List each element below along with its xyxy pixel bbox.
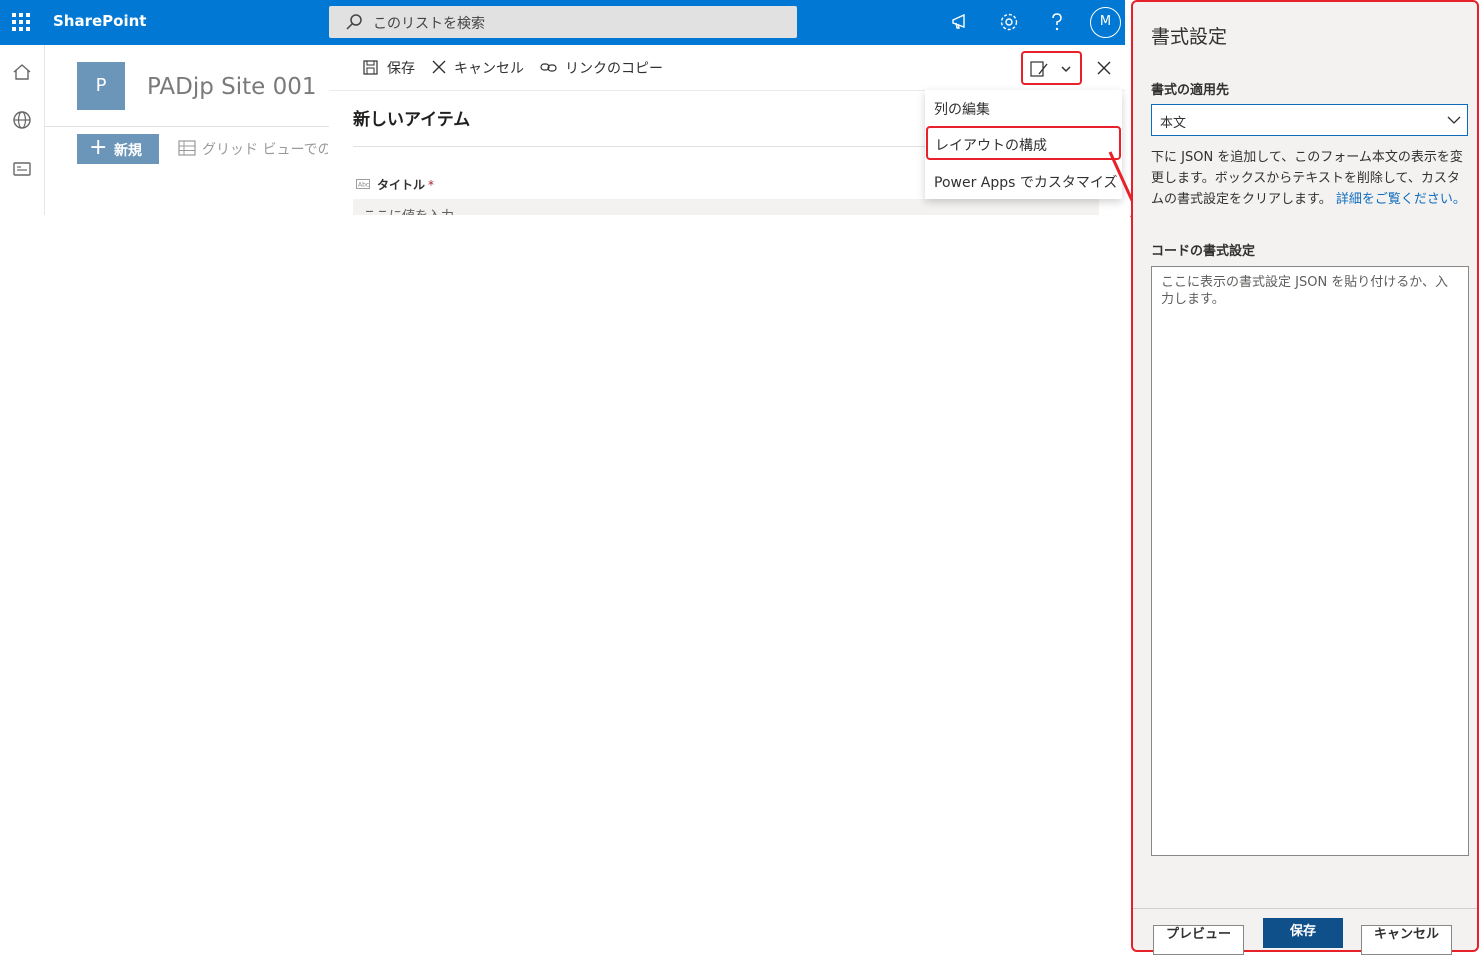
- chevron-down-icon: [1061, 66, 1071, 73]
- pane-cancel-button[interactable]: キャンセル: [1361, 925, 1452, 955]
- form-format-button[interactable]: [1021, 51, 1082, 85]
- format-pane: 書式設定 書式の適用先 本文 下に JSON を追加して、このフォーム本文の表示…: [1131, 0, 1479, 955]
- news-icon[interactable]: [11, 158, 33, 180]
- menu-item-configure-layout[interactable]: レイアウトの構成: [926, 126, 1121, 160]
- new-item-label: 新規: [114, 143, 142, 159]
- svg-text:Abc: Abc: [358, 182, 369, 189]
- command-divider: [45, 126, 335, 127]
- globe-icon[interactable]: [11, 109, 33, 131]
- apply-to-value: 本文: [1160, 116, 1187, 131]
- help-icon[interactable]: [1045, 10, 1069, 34]
- cancel-label: キャンセル: [454, 61, 524, 77]
- form-config-menu: 列の編集 レイアウトの構成 Power Apps でカスタマイズ: [925, 90, 1122, 199]
- required-mark: *: [428, 178, 435, 192]
- app-launcher-icon[interactable]: [12, 13, 30, 31]
- search-icon: [346, 14, 362, 30]
- learn-more-link[interactable]: 詳細をご覧ください。: [1336, 192, 1466, 207]
- title-field-label: タイトル *: [377, 176, 434, 193]
- save-label: 保存: [387, 61, 415, 77]
- search-box[interactable]: このリストを検索: [329, 6, 797, 38]
- title-input-placeholder: ここに値を入力: [363, 205, 454, 215]
- json-code-placeholder: ここに表示の書式設定 JSON を貼り付けるか、入力します。: [1161, 275, 1449, 307]
- menu-item-label: Power Apps でカスタマイズ: [934, 175, 1118, 191]
- text-field-icon: Abc: [356, 179, 370, 189]
- edit-form-icon: [1030, 61, 1048, 77]
- megaphone-icon[interactable]: [949, 10, 973, 34]
- cancel-button[interactable]: キャンセル: [432, 58, 532, 78]
- title-field-label-text: タイトル: [377, 178, 426, 192]
- pane-title: 書式設定: [1151, 26, 1228, 48]
- gear-icon[interactable]: [997, 10, 1021, 34]
- plus-icon: +: [89, 135, 108, 160]
- close-icon[interactable]: [1095, 59, 1113, 77]
- code-format-label: コードの書式設定: [1151, 244, 1256, 259]
- grid-icon: [178, 140, 196, 156]
- brand-name[interactable]: SharePoint: [53, 12, 146, 30]
- search-input[interactable]: このリストを検索: [373, 13, 485, 33]
- pane-description: 下に JSON を追加して、このフォーム本文の表示を変更します。ボックスからテキ…: [1151, 147, 1469, 210]
- site-logo[interactable]: P: [77, 62, 125, 110]
- new-item-button[interactable]: + 新規: [77, 134, 159, 164]
- pane-save-button[interactable]: 保存: [1263, 918, 1343, 948]
- apply-to-select[interactable]: 本文: [1151, 104, 1468, 136]
- cancel-icon: [432, 60, 446, 74]
- form-title: 新しいアイテム: [353, 110, 471, 130]
- copy-link-button[interactable]: リンクのコピー: [540, 58, 670, 78]
- form-divider: [353, 146, 933, 147]
- pane-footer-divider: [1133, 908, 1477, 909]
- copy-link-label: リンクのコピー: [565, 61, 663, 77]
- home-icon[interactable]: [11, 61, 33, 83]
- link-icon: [540, 63, 557, 72]
- suite-bar: SharePoint このリストを検索 M: [0, 0, 1125, 45]
- menu-item-power-apps[interactable]: Power Apps でカスタマイズ: [925, 163, 1122, 197]
- menu-item-label: 列の編集: [934, 102, 990, 118]
- grid-view-button[interactable]: グリッド ビューでの編集: [202, 139, 328, 159]
- title-input[interactable]: ここに値を入力: [353, 199, 1099, 215]
- avatar[interactable]: M: [1090, 7, 1121, 38]
- menu-item-edit-columns[interactable]: 列の編集: [925, 90, 1122, 124]
- save-button[interactable]: 保存: [363, 58, 423, 78]
- save-icon: [363, 60, 378, 75]
- chevron-down-icon: [1447, 116, 1461, 124]
- menu-item-label: レイアウトの構成: [935, 138, 1047, 154]
- app-root: SharePoint このリストを検索 M P PADjp Site 001 +…: [0, 0, 1481, 956]
- form-toolbar: 保存 キャンセル リンクのコピー: [329, 45, 1125, 91]
- preview-button[interactable]: プレビュー: [1153, 925, 1244, 955]
- apply-to-label: 書式の適用先: [1151, 83, 1230, 98]
- site-title[interactable]: PADjp Site 001: [147, 74, 317, 100]
- json-code-input[interactable]: ここに表示の書式設定 JSON を貼り付けるか、入力します。: [1151, 266, 1469, 856]
- left-app-bar: [0, 45, 45, 215]
